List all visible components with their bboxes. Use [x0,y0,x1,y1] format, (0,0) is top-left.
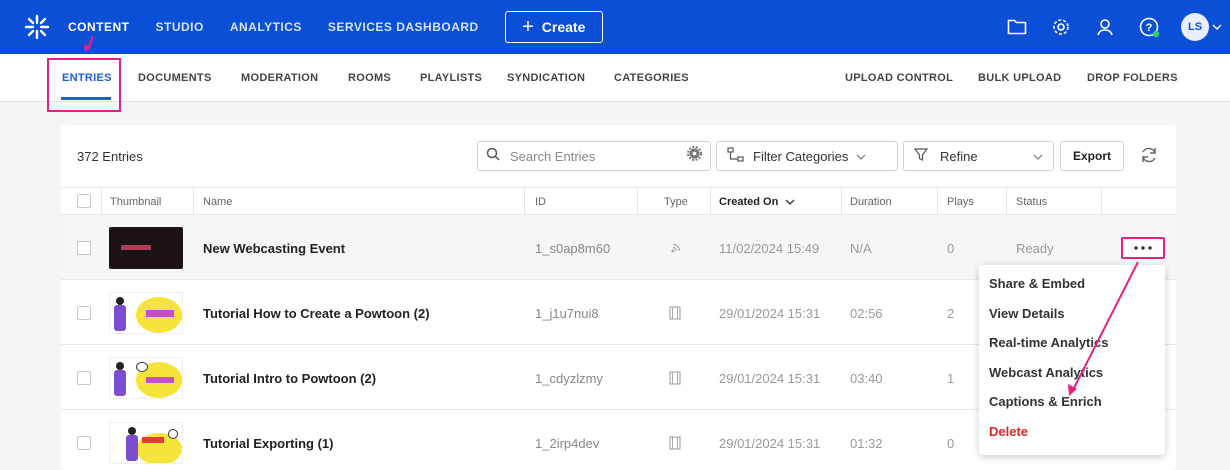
header-thumbnail: Thumbnail [110,196,162,208]
filter-categories-dropdown[interactable]: Filter Categories [716,141,898,171]
create-button-label: Create [541,19,586,35]
entry-name[interactable]: Tutorial Intro to Powtoon (2) [203,371,376,386]
entry-created-on: 11/02/2024 15:49 [719,241,820,256]
kaltura-logo-icon[interactable] [20,10,54,44]
entry-plays: 2 [947,306,955,321]
folder-icon[interactable] [1005,15,1029,39]
row-checkbox[interactable] [77,306,91,320]
menu-item-share-embed[interactable]: Share & Embed [979,269,1165,299]
table-header: Thumbnail Name ID Type Created On Durati… [61,187,1176,216]
entry-duration: 01:32 [850,436,883,451]
plus-icon: + [522,16,534,38]
video-icon [669,371,683,385]
search-placeholder: Search Entries [510,148,596,164]
export-button[interactable]: Export [1060,141,1124,171]
entry-name[interactable]: Tutorial How to Create a Powtoon (2) [203,306,430,321]
sub-navigation: ENTRIES DOCUMENTS MODERATION ROOMS PLAYL… [0,54,1230,102]
entry-actions-menu: Share & Embed View Details Real-time Ana… [979,265,1165,455]
entry-status: Ready [1016,241,1054,256]
avatar[interactable]: LS [1181,13,1209,41]
webcast-icon [669,241,683,255]
funnel-icon [913,147,929,165]
tab-moderation[interactable]: MODERATION [241,72,318,84]
entry-plays: 1 [947,371,955,386]
tab-drop-folders[interactable]: DROP FOLDERS [1087,72,1178,84]
header-type[interactable]: Type [664,196,688,208]
header-name[interactable]: Name [203,196,232,208]
video-icon [669,436,683,450]
nav-analytics[interactable]: ANALYTICS [230,20,302,34]
tab-syndication[interactable]: SYNDICATION [507,72,585,84]
thumbnail-image[interactable] [109,292,183,334]
tab-documents[interactable]: DOCUMENTS [138,72,212,84]
entry-id: 1_2irp4dev [535,436,600,451]
entry-name[interactable]: New Webcasting Event [203,241,345,256]
row-checkbox[interactable] [77,241,91,255]
thumbnail-image[interactable] [109,422,183,464]
menu-item-realtime-analytics[interactable]: Real-time Analytics [979,328,1165,358]
menu-item-delete[interactable]: Delete [979,417,1165,447]
entry-name[interactable]: Tutorial Exporting (1) [203,436,333,451]
tab-playlists[interactable]: PLAYLISTS [420,72,482,84]
search-input[interactable]: Search Entries [477,141,711,171]
entry-created-on: 29/01/2024 15:31 [719,306,821,321]
thumbnail-image[interactable] [109,227,183,269]
header-plays[interactable]: Plays [947,196,974,208]
entry-created-on: 29/01/2024 15:31 [719,436,821,451]
entry-duration: N/A [850,241,872,256]
entries-count: 372 Entries [77,149,143,164]
entry-plays: 0 [947,241,955,256]
create-button[interactable]: + Create [504,11,603,43]
chevron-down-icon [1033,149,1043,164]
more-actions-button[interactable] [1121,237,1165,259]
nav-services-dashboard[interactable]: SERVICES DASHBOARD [328,20,479,34]
select-all-checkbox[interactable] [77,194,91,208]
chevron-down-icon[interactable] [1212,18,1222,36]
user-icon[interactable] [1093,15,1117,39]
tab-categories[interactable]: CATEGORIES [614,72,689,84]
header-duration[interactable]: Duration [850,196,892,208]
nav-content[interactable]: CONTENT [68,20,130,34]
tab-rooms[interactable]: ROOMS [348,72,391,84]
entry-duration: 03:40 [850,371,883,386]
refresh-icon[interactable] [1139,145,1161,167]
video-icon [669,306,683,320]
refine-dropdown[interactable]: Refine [903,141,1054,171]
entry-duration: 02:56 [850,306,883,321]
menu-item-captions-enrich[interactable]: Captions & Enrich [979,387,1165,417]
tab-upload-control[interactable]: UPLOAD CONTROL [845,72,953,84]
entry-created-on: 29/01/2024 15:31 [719,371,821,386]
gear-icon[interactable] [1049,15,1073,39]
ellipsis-icon [1134,246,1152,250]
header-status[interactable]: Status [1016,196,1047,208]
thumbnail-image[interactable] [109,357,183,399]
tab-bulk-upload[interactable]: BULK UPLOAD [978,72,1061,84]
row-checkbox[interactable] [77,436,91,450]
refine-label: Refine [940,148,978,164]
entries-highlight-box [47,58,121,112]
top-icons: ? LS [1005,0,1222,54]
nav-studio[interactable]: STUDIO [156,20,204,34]
search-icon [486,147,500,166]
menu-item-view-details[interactable]: View Details [979,299,1165,329]
row-checkbox[interactable] [77,371,91,385]
entry-plays: 0 [947,436,955,451]
entry-id: 1_j1u7nui8 [535,306,599,321]
svg-text:?: ? [1146,22,1153,34]
help-icon[interactable]: ? [1137,15,1161,39]
header-id[interactable]: ID [535,196,546,208]
header-created-on[interactable]: Created On [719,196,795,208]
sort-desc-icon [785,199,795,206]
search-settings-gear-icon[interactable] [687,146,702,166]
chevron-down-icon [856,149,866,164]
menu-item-webcast-analytics[interactable]: Webcast Analytics [979,358,1165,388]
hierarchy-icon [727,146,745,166]
entry-id: 1_s0ap8m60 [535,241,611,256]
filter-categories-label: Filter Categories [753,148,849,164]
top-navigation-bar: CONTENT STUDIO ANALYTICS SERVICES DASHBO… [0,0,1230,54]
entry-id: 1_cdyzlzmy [535,371,603,386]
